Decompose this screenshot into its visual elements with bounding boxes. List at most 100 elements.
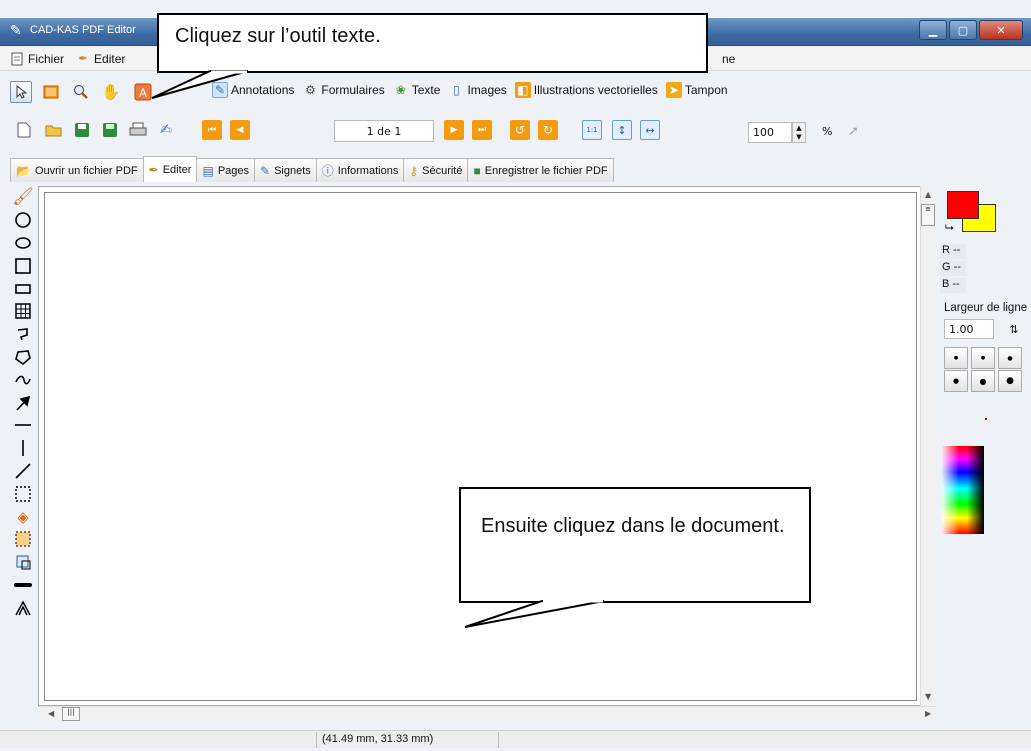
vertical-scrollbar[interactable] xyxy=(920,186,936,706)
arrow-icon[interactable] xyxy=(12,391,34,414)
table-icon[interactable] xyxy=(12,300,34,323)
diagonal-line-icon[interactable] xyxy=(12,460,34,483)
next-page-icon[interactable]: ▶ xyxy=(444,120,464,140)
color-preview-dot xyxy=(985,418,987,420)
save-as-icon[interactable] xyxy=(100,120,120,140)
magnifier-icon[interactable] xyxy=(70,81,92,103)
save-icon[interactable] xyxy=(72,120,92,140)
text-tool-icon[interactable]: A xyxy=(132,81,154,103)
select-arrow-tool[interactable] xyxy=(10,81,32,103)
maximize-button[interactable]: ▢ xyxy=(949,20,977,40)
menu-partial-item[interactable]: ne xyxy=(722,52,735,66)
tab-bar: 📂 Ouvrir un fichier PDF ✒ Editer ▤ Pages ✎ S… xyxy=(10,156,614,182)
rotate-right-icon[interactable]: ↻ xyxy=(538,120,558,140)
category-texte[interactable]: ❀ Texte xyxy=(393,82,441,98)
tab-signets[interactable]: ✎ Signets xyxy=(254,158,317,182)
polyline-icon[interactable] xyxy=(12,323,34,346)
dot-size-small-1[interactable]: ● xyxy=(944,347,968,369)
thick-line-icon[interactable] xyxy=(12,574,34,597)
zoom-unit: % xyxy=(822,125,833,138)
tab-editer-label: Editer xyxy=(162,163,192,176)
square-icon[interactable] xyxy=(12,254,34,277)
scroll-left-icon[interactable]: ◀ xyxy=(48,709,54,718)
svg-text:A: A xyxy=(139,86,147,100)
rotate-left-icon[interactable]: ↺ xyxy=(510,120,530,140)
zoom-input[interactable]: 100 xyxy=(748,122,792,143)
select-box-tool[interactable] xyxy=(40,81,62,103)
vertical-scroll-thumb[interactable]: ≡ xyxy=(921,204,935,226)
key-icon: ⚷ xyxy=(409,163,419,178)
last-page-icon[interactable]: ⏭ xyxy=(472,120,492,140)
crop-icon[interactable] xyxy=(12,551,34,574)
page-indicator[interactable]: 1 de 1 xyxy=(334,120,434,142)
scroll-up-icon[interactable]: ▲ xyxy=(925,190,931,199)
status-separator xyxy=(498,732,499,748)
scroll-down-icon[interactable]: ▼ xyxy=(925,692,931,701)
menu-editer[interactable]: ✒ Editer xyxy=(74,52,135,66)
fit-height-icon[interactable]: ↕ xyxy=(612,120,632,140)
zoom-stepper[interactable]: ▲ ▼ xyxy=(792,122,806,143)
category-annotations[interactable]: ✎ Annotations xyxy=(212,82,294,98)
tab-informations-label: Informations xyxy=(337,164,399,177)
print-icon[interactable] xyxy=(128,120,148,140)
tab-informations[interactable]: ⓘ Informations xyxy=(315,158,405,182)
line-width-input[interactable]: 1.00 xyxy=(944,319,994,339)
tab-pages[interactable]: ▤ Pages xyxy=(196,158,256,182)
horizontal-line-icon[interactable] xyxy=(12,414,34,437)
category-tampon[interactable]: ➤ Tampon xyxy=(665,82,728,98)
first-page-icon[interactable]: ⏮ xyxy=(202,120,222,140)
menu-fichier-label: Fichier xyxy=(28,51,65,66)
drawing-tools-palette: 🖌 ◈ xyxy=(10,186,36,706)
menu-fichier[interactable]: Fichier xyxy=(0,52,74,66)
dot-size-large[interactable]: ● xyxy=(998,370,1022,392)
fit-width-icon[interactable]: ↔ xyxy=(640,120,660,140)
dot-size-medium-1[interactable]: ● xyxy=(944,370,968,392)
tab-ouvrir[interactable]: 📂 Ouvrir un fichier PDF xyxy=(10,158,144,182)
line-width-adjust-icon[interactable]: ⇅ xyxy=(1006,320,1022,338)
quill-icon: ✒ xyxy=(78,53,88,65)
swap-colors-icon[interactable]: ⮡ xyxy=(945,221,954,235)
tab-editer[interactable]: ✒ Editer xyxy=(142,156,198,182)
open-folder-icon[interactable] xyxy=(44,120,64,140)
sign-icon[interactable]: ✍ xyxy=(156,120,176,140)
curve-icon[interactable] xyxy=(12,368,34,391)
polygon-icon[interactable] xyxy=(12,346,34,369)
cursor-icon[interactable]: ➚ xyxy=(848,124,859,139)
category-illustrations[interactable]: ◧ Illustrations vectorielles xyxy=(514,82,658,98)
dot-size-medium-2[interactable]: ● xyxy=(971,370,995,392)
category-tampon-label: Tampon xyxy=(684,83,728,97)
pages-icon: ▤ xyxy=(202,163,214,178)
fill-bucket-icon[interactable]: ◈ xyxy=(12,505,34,528)
circle-icon[interactable] xyxy=(12,209,34,232)
dot-size-small-2[interactable]: ● xyxy=(971,347,995,369)
zoom-down-icon[interactable]: ▼ xyxy=(796,133,801,141)
new-document-icon[interactable] xyxy=(14,120,34,140)
rectangle-icon[interactable] xyxy=(12,277,34,300)
zoom-up-icon[interactable]: ▲ xyxy=(796,124,801,132)
category-illustrations-label: Illustrations vectorielles xyxy=(533,83,658,97)
horizontal-scroll-thumb[interactable]: ||| xyxy=(62,707,80,721)
tab-securite[interactable]: ⚷ Sécurité xyxy=(403,158,469,182)
scroll-right-icon[interactable]: ▶ xyxy=(925,709,931,718)
category-formulaires[interactable]: ⚙ Formulaires xyxy=(302,82,385,98)
previous-page-icon[interactable]: ◀ xyxy=(230,120,250,140)
chevron-icon[interactable] xyxy=(12,596,34,619)
document-page[interactable] xyxy=(44,192,917,701)
category-images[interactable]: ▯ Images xyxy=(448,82,507,98)
color-spectrum-picker[interactable] xyxy=(942,446,984,534)
fill-selection-icon[interactable] xyxy=(12,528,34,551)
minimize-button[interactable]: ▁ xyxy=(919,20,947,40)
close-button[interactable]: ✕ xyxy=(979,20,1023,40)
vertical-line-icon[interactable] xyxy=(12,437,34,460)
primary-color-swatch[interactable] xyxy=(947,191,979,219)
hand-icon[interactable]: ✋ xyxy=(100,81,122,103)
category-bar: ✎ Annotations ⚙ Formulaires ❀ Texte ▯ Im… xyxy=(212,82,736,98)
tab-enregistrer[interactable]: ■ Enregistrer le fichier PDF xyxy=(467,158,614,182)
annotation-icon: ✎ xyxy=(212,82,228,98)
ellipse-icon[interactable] xyxy=(12,232,34,255)
brush-icon[interactable]: 🖌 xyxy=(12,186,34,209)
horizontal-scrollbar[interactable] xyxy=(38,706,936,722)
dot-size-small-3[interactable]: ● xyxy=(998,347,1022,369)
marquee-select-icon[interactable] xyxy=(12,482,34,505)
actual-size-icon[interactable]: 1:1 xyxy=(582,120,602,140)
